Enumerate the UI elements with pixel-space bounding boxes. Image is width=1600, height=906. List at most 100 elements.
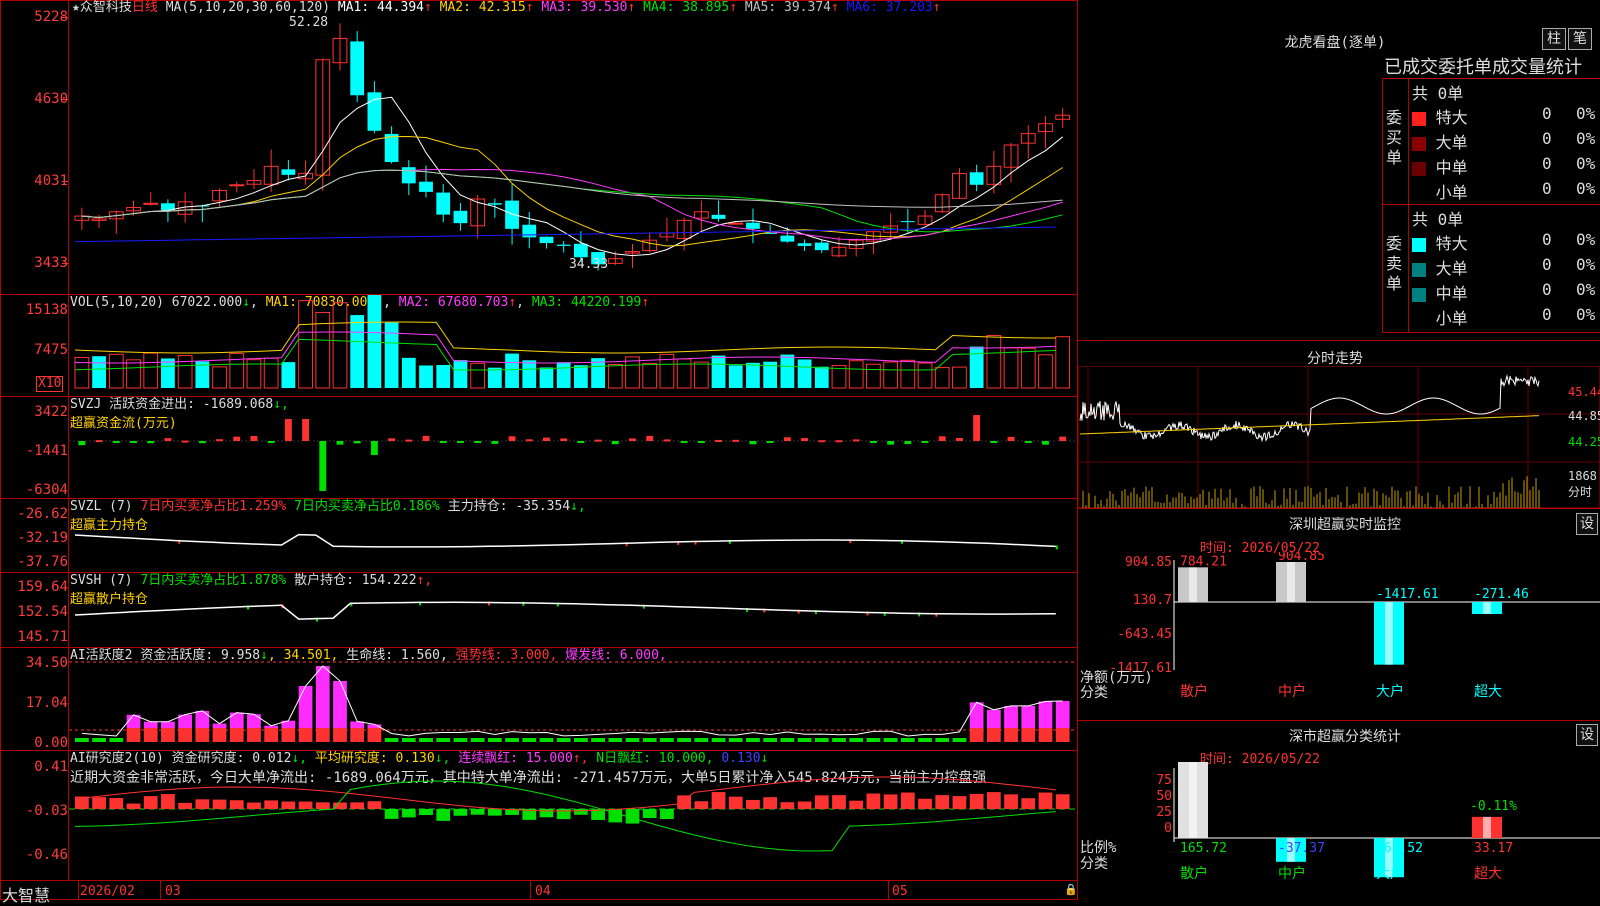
flow-bar <box>112 441 120 443</box>
flow-bar <box>302 419 310 441</box>
order-row[interactable]: 小单 0 0% <box>1412 305 1600 329</box>
candle-down <box>487 203 502 205</box>
tab-orders[interactable]: 委托单 <box>1438 57 1492 78</box>
sz-class-settings-button[interactable]: 设 <box>1576 724 1598 746</box>
bar-highlight <box>1287 562 1295 602</box>
vol-bar-up <box>263 357 279 389</box>
activity-base <box>333 728 347 742</box>
vol-bar-up <box>642 362 658 389</box>
flow-bar <box>181 440 189 443</box>
vol-bar-down <box>522 360 537 388</box>
volume-chart[interactable] <box>69 295 1077 396</box>
vol-bar-up <box>1020 347 1036 389</box>
tick-view-button[interactable]: 笔 <box>1568 28 1592 50</box>
order-kind: 特大 <box>1435 108 1468 127</box>
flow-bar <box>749 441 757 445</box>
category-label: 大户 <box>1376 865 1404 882</box>
activity-base <box>126 728 141 742</box>
candle-down <box>436 192 451 215</box>
flow-bar <box>78 441 86 446</box>
research-bar-up <box>918 798 932 809</box>
research-bar-up <box>797 801 812 809</box>
category-label: 中户 <box>1278 683 1306 700</box>
sz-monitor-chart[interactable]: 904.85 130.7 -643.45 -1417.61 净额(万元)分类 784.21… <box>1078 552 1600 720</box>
order-pct: 0% <box>1576 280 1596 299</box>
research-bar-up <box>780 802 795 809</box>
candlestick-chart[interactable]: 52.28 34.33 <box>69 0 1077 294</box>
activity-low <box>92 738 106 742</box>
bar-view-button[interactable]: 柱 <box>1542 28 1566 50</box>
brand-logo[interactable]: 大智慧 <box>2 882 50 906</box>
vol-bar-down <box>969 346 984 388</box>
intraday-chart[interactable]: 45.44 44.85 44.25 1868 分时 <box>1078 366 1600 508</box>
flow-bar <box>233 436 241 441</box>
flow-bar <box>835 440 843 443</box>
order-row[interactable]: 中单 0 0% <box>1412 280 1600 304</box>
category-label: 超大 <box>1474 684 1502 700</box>
ai-research-chart[interactable] <box>69 751 1077 880</box>
order-row[interactable]: 大单 0 0% <box>1412 129 1600 153</box>
category-label: 散户 <box>1180 865 1208 882</box>
flow-bar <box>973 415 981 441</box>
order-count: 0 <box>1542 179 1552 198</box>
tab-filled[interactable]: 已成交 <box>1384 57 1438 78</box>
activity-low <box>832 738 846 742</box>
ai-activity-chart[interactable] <box>69 648 1077 750</box>
order-row[interactable]: 大单 0 0% <box>1412 255 1600 279</box>
x-axis-label: 分类 <box>1080 856 1108 872</box>
flow-bar <box>783 437 791 441</box>
research-bar-down <box>574 809 588 815</box>
sz-monitor-settings-button[interactable]: 设 <box>1576 513 1598 535</box>
flow-bar <box>766 441 774 443</box>
vol-bar-down <box>401 357 416 388</box>
ytick: 50 <box>1156 789 1172 804</box>
order-row[interactable]: 小单 0 0% <box>1412 179 1600 203</box>
research-bar-up <box>350 802 365 809</box>
research-bar-up <box>694 801 709 809</box>
bar-highlight <box>1483 602 1491 615</box>
tab-stats[interactable]: 统计 <box>1546 57 1582 78</box>
activity-low <box>642 738 657 742</box>
ytick: -643.45 <box>1117 627 1172 642</box>
intraday-ytick: 44.25 <box>1568 435 1600 449</box>
y-axis-label: 净额(万元) <box>1080 670 1153 686</box>
activity-low <box>556 738 571 742</box>
ma5-line <box>81 169 1063 219</box>
activity-low <box>419 738 433 742</box>
fund-flow-chart[interactable] <box>69 397 1077 498</box>
sell-side-label: 委卖单 <box>1386 234 1403 293</box>
order-row[interactable]: 特大 0 0% <box>1412 230 1600 254</box>
vol-bar-up <box>607 364 623 389</box>
retail-holding-chart[interactable] <box>69 573 1077 647</box>
ytick: 904.85 <box>1125 555 1172 570</box>
candle-down <box>281 169 296 175</box>
vol-bar-up <box>126 359 141 389</box>
candle-down <box>711 214 726 219</box>
category-label: 大户 <box>1376 683 1404 700</box>
research-bar-up <box>333 802 347 809</box>
research-bar-up <box>1021 798 1036 809</box>
vol-bar-up <box>934 367 950 389</box>
dragon-title: 龙虎看盘(逐单) <box>1284 35 1386 51</box>
ytick: 130.7 <box>1133 593 1172 608</box>
vol-bar-up <box>1038 354 1053 389</box>
research-bar-up <box>298 801 313 809</box>
order-row[interactable]: 特大 0 0% <box>1412 104 1600 128</box>
lock-icon[interactable]: 🔒 <box>1064 883 1078 896</box>
activity-bar <box>298 686 313 728</box>
order-row[interactable]: 中单 0 0% <box>1412 154 1600 178</box>
vol-bar-up <box>212 366 227 389</box>
research-bar-up <box>1004 794 1018 809</box>
tab-volume[interactable]: 成交量 <box>1492 57 1546 78</box>
activity-bar <box>315 666 330 728</box>
flow-bar <box>629 438 636 441</box>
research-bar-up <box>1038 792 1053 809</box>
candle-down <box>574 243 588 258</box>
flow-bar <box>353 441 361 444</box>
main-holding-chart[interactable] <box>69 499 1077 572</box>
bar-highlight <box>1189 567 1197 602</box>
main-holding-line <box>74 533 1056 548</box>
sz-class-chart[interactable]: 7550250 比例%分类 -0.11% 165.72 散户 -37.37 中户 -61.52… <box>1078 762 1600 900</box>
research-bar-up <box>247 802 261 809</box>
flow-bar <box>284 419 292 441</box>
